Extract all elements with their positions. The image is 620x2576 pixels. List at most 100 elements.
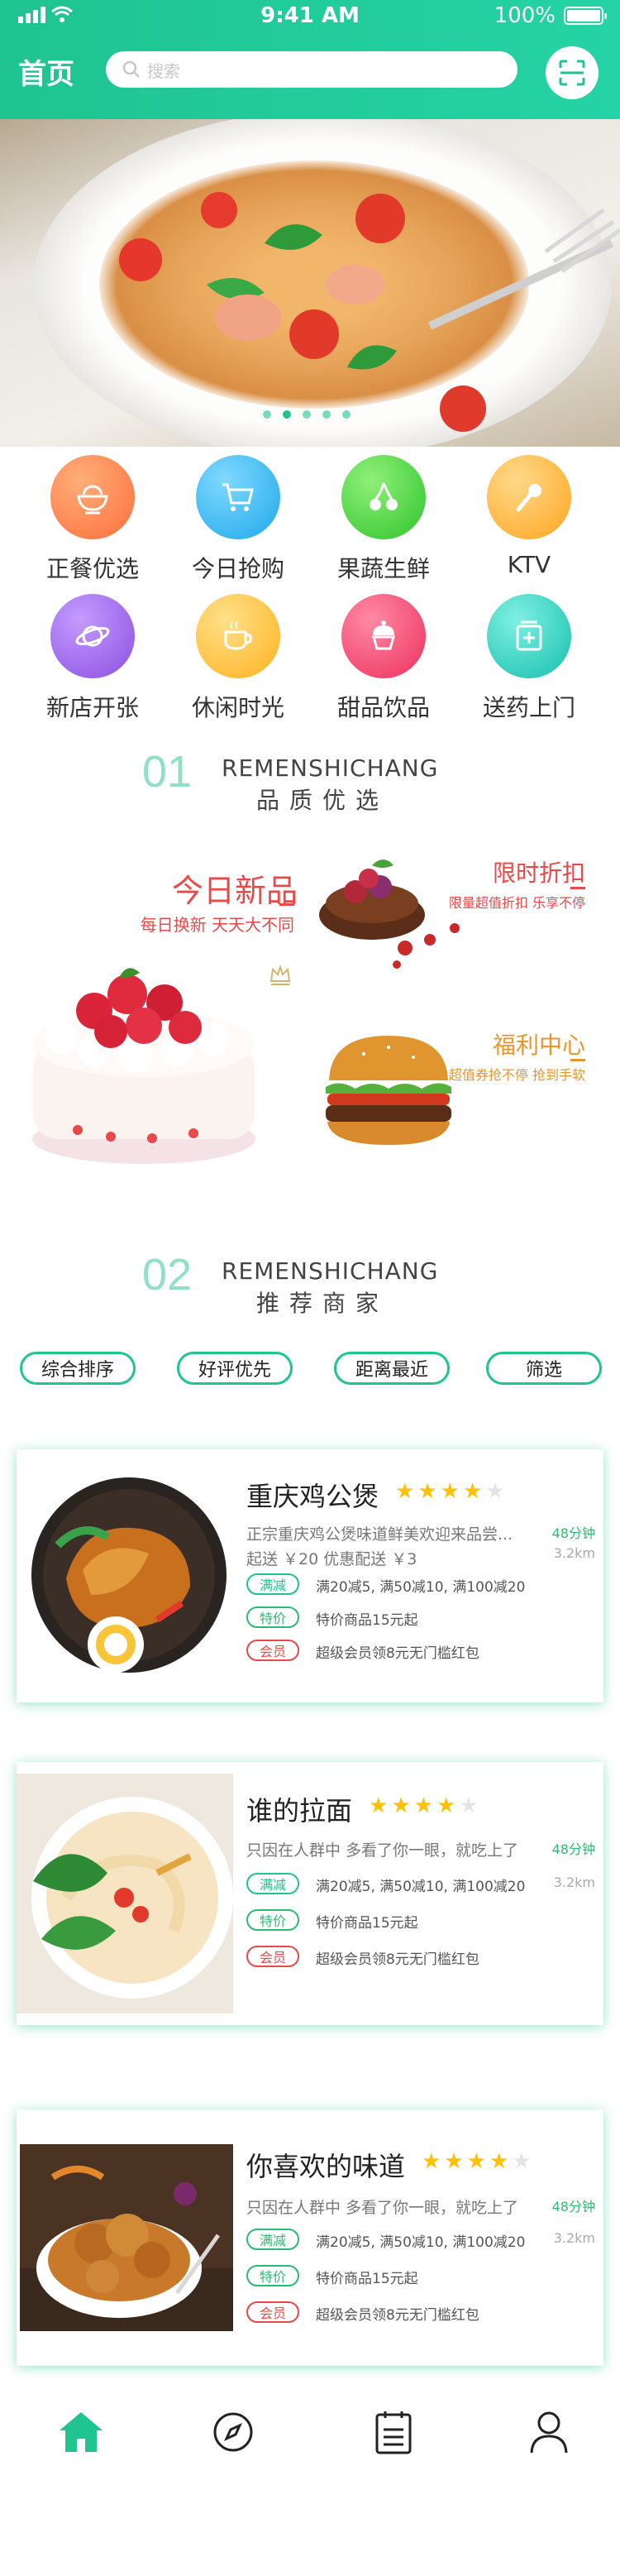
category-item-zhengcan[interactable]: 正餐优选 <box>26 455 159 584</box>
delivery-time: 48分钟 <box>551 1841 595 1857</box>
distance: 3.2km <box>553 1875 595 1890</box>
shop-image <box>20 2144 233 2331</box>
tag-member: 会员 <box>246 2301 299 2323</box>
search-input[interactable]: 搜索 <box>106 51 517 88</box>
filter-button-distance[interactable]: 距离最近 <box>334 1352 450 1385</box>
shop-card[interactable]: 你喜欢的味道 ★ ★ ★ ★ ★ 只因在人群中 多看了你一眼，就吃上了 48分钟 3.2… <box>17 2109 603 2366</box>
user-icon <box>530 2411 568 2454</box>
promo-subtitle: 超值券抢不停 抢到手软 <box>448 1067 585 1083</box>
category-label: 果蔬生鲜 <box>336 555 430 582</box>
section-chinese-title: 品质优选 <box>256 787 389 814</box>
section-title-01: 01 REMENSHICHANG 品质优选 <box>0 746 620 821</box>
tag-discount-text: 满20减5, 满50减10, 满100减20 <box>316 2234 526 2251</box>
shop-delivery-info: 起送 ￥20 优惠配送 ￥3 <box>246 1550 417 1568</box>
promo-divider <box>570 1059 585 1061</box>
category-item-guoshu[interactable]: 果蔬生鲜 <box>317 455 450 584</box>
battery-group: 100% <box>494 3 607 28</box>
cherry-icon <box>341 455 426 539</box>
tag-special: 特价 <box>246 1909 299 1931</box>
tag-discount-text: 满20减5, 满50减10, 满100减20 <box>316 1879 526 1895</box>
delivery-time: 48分钟 <box>551 1525 595 1541</box>
tag-discount: 满减 <box>246 1873 299 1894</box>
category-item-songyao[interactable]: 送药上门 <box>463 594 595 723</box>
category-item-xindian[interactable]: 新店开张 <box>26 594 159 723</box>
hero-banner[interactable] <box>0 119 620 447</box>
battery-icon <box>564 7 607 25</box>
rating-stars: ★ ★ ★ ★ ★ <box>369 1793 479 1818</box>
shop-card[interactable]: 谁的拉面 ★ ★ ★ ★ ★ 只因在人群中 多看了你一眼，就吃上了 48分钟 3.2km… <box>17 1762 603 2025</box>
clipboard-icon <box>375 2411 412 2454</box>
rice-bowl-icon <box>50 455 135 539</box>
tag-discount-text: 满20减5, 满50减10, 满100减20 <box>316 1579 526 1596</box>
promo-discount[interactable]: 限时折扣 限量超值折扣 乐享不停 <box>311 840 600 1004</box>
tag-member-text: 超级会员领8元无门槛红包 <box>316 1645 479 1662</box>
coffee-cup-icon <box>196 594 280 678</box>
page-title: 首页 <box>18 58 74 91</box>
section-english-title: REMENSHICHANG <box>222 1257 439 1285</box>
banner-food-decoration <box>119 192 620 432</box>
promo-new-products[interactable]: 今日新品 每日换新 天天大不同 <box>20 840 306 1178</box>
cake-image <box>32 968 255 1164</box>
microphone-icon <box>487 455 571 539</box>
promo-title: 福利中心 <box>492 1032 585 1059</box>
rating-stars: ★ ★ ★ ★ ★ <box>422 2149 532 2174</box>
planet-icon <box>50 594 135 678</box>
battery-percent: 100% <box>494 3 556 28</box>
tag-discount: 满减 <box>246 1573 299 1595</box>
tart-image <box>319 859 460 969</box>
tag-member-text: 超级会员领8元无门槛红包 <box>316 2307 479 2324</box>
tag-member-text: 超级会员领8元无门槛红包 <box>316 1951 479 1968</box>
shop-description: 只因在人群中 多看了你一眼，就吃上了 <box>246 1841 519 1860</box>
medicine-box-icon <box>487 594 571 678</box>
category-label: KTV <box>507 551 551 578</box>
filter-button-rating[interactable]: 好评优先 <box>177 1352 293 1385</box>
category-item-qianggou[interactable]: 今日抢购 <box>172 455 304 584</box>
shop-image <box>25 1471 233 1679</box>
section-chinese-title: 推荐商家 <box>256 1290 389 1317</box>
shop-card[interactable]: 重庆鸡公煲 ★ ★ ★ ★ ★ 正宗重庆鸡公煲味道鲜美欢迎来品尝... 起送 ￥20 优… <box>17 1449 603 1702</box>
cupcake-icon <box>341 594 426 678</box>
top-header: 9:41 AM 100% 首页 搜索 <box>0 0 620 119</box>
tag-special: 特价 <box>246 1606 299 1628</box>
crown-icon <box>269 964 291 985</box>
category-item-tianpin[interactable]: 甜品饮品 <box>317 594 450 723</box>
banner-pagination[interactable] <box>263 410 351 419</box>
bottom-tab-bar <box>0 2391 620 2482</box>
rating-stars: ★ ★ ★ ★ ★ <box>395 1479 505 1504</box>
promo-divider <box>279 903 294 906</box>
tab-orders[interactable] <box>369 2407 418 2457</box>
status-bar: 9:41 AM 100% <box>0 0 620 33</box>
tag-special-text: 特价商品15元起 <box>316 1612 418 1629</box>
tag-member: 会员 <box>246 1640 299 1661</box>
search-placeholder: 搜索 <box>147 60 180 81</box>
filter-button-filter[interactable]: 筛选 <box>486 1352 602 1385</box>
tab-home[interactable] <box>56 2407 106 2457</box>
category-label: 甜品饮品 <box>336 694 430 721</box>
shop-image <box>17 1774 233 2013</box>
section-title-02: 02 REMENSHICHANG 推荐商家 <box>0 1249 620 1324</box>
distance: 3.2km <box>553 1545 595 1561</box>
section-number: 02 <box>142 1250 193 1300</box>
tab-discover[interactable] <box>208 2407 258 2457</box>
promo-title: 限时折扣 <box>492 859 585 887</box>
shop-name: 重庆鸡公煲 <box>246 1481 379 1512</box>
tab-profile[interactable] <box>524 2407 574 2457</box>
shopping-cart-icon <box>196 455 280 539</box>
category-item-ktv[interactable]: KTV <box>463 455 595 578</box>
tag-member: 会员 <box>246 1946 299 1967</box>
shop-description: 只因在人群中 多看了你一眼，就吃上了 <box>246 2199 519 2217</box>
shop-description: 正宗重庆鸡公煲味道鲜美欢迎来品尝... <box>246 1525 513 1544</box>
category-label: 休闲时光 <box>191 694 284 721</box>
promo-divider <box>570 887 585 889</box>
filter-button-comprehensive[interactable]: 综合排序 <box>20 1352 136 1385</box>
section-english-title: REMENSHICHANG <box>222 754 439 782</box>
tag-special: 特价 <box>246 2265 299 2286</box>
delivery-time: 48分钟 <box>551 2199 595 2214</box>
scan-button[interactable] <box>546 46 599 99</box>
category-item-xiuxian[interactable]: 休闲时光 <box>172 594 304 723</box>
tag-discount: 满减 <box>246 2229 299 2250</box>
promo-welfare[interactable]: 福利中心 超值券抢不停 抢到手软 <box>311 1013 600 1176</box>
promo-subtitle: 限量超值折扣 乐享不停 <box>448 895 585 911</box>
burger-image <box>326 1036 451 1145</box>
shop-name: 你喜欢的味道 <box>246 2151 406 2182</box>
